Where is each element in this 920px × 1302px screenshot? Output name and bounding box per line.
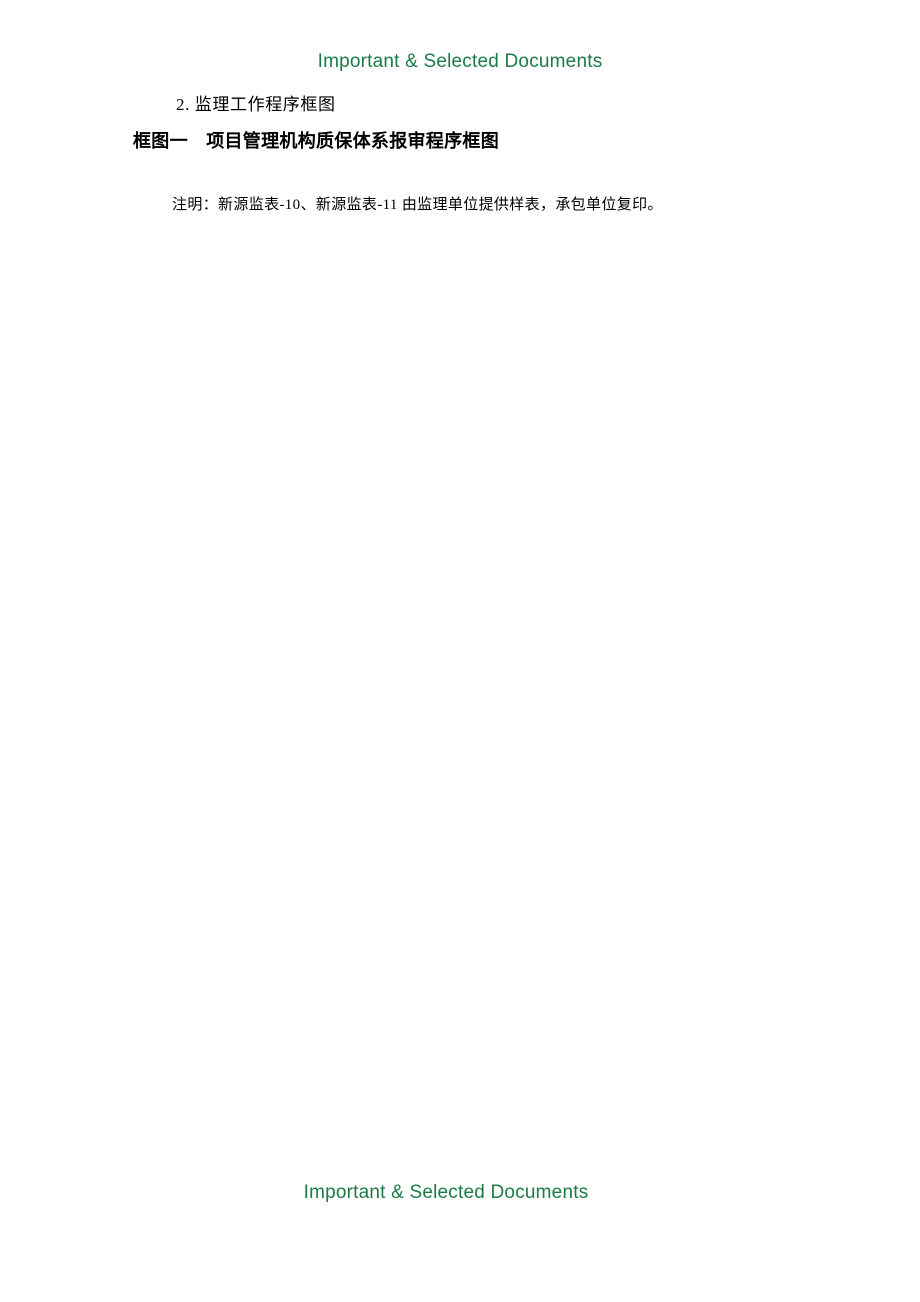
- document-page: Important & Selected Documents 2. 监理工作程序…: [0, 0, 920, 1302]
- section-label: 2. 监理工作程序框图: [176, 95, 336, 114]
- page-title: 框图一 项目管理机构质保体系报审程序框图: [133, 131, 499, 151]
- page-header: Important & Selected Documents: [0, 50, 920, 74]
- header-title: Important & Selected Documents: [317, 51, 603, 72]
- document-body: 2. 监理工作程序框图 框图一 项目管理机构质保体系报审程序框图 注明：新源监表…: [0, 92, 920, 217]
- footer-title: Important & Selected Documents: [303, 1182, 589, 1203]
- note-text: 注明：新源监表-10、新源监表-11 由监理单位提供样表，承包单位复印。: [172, 197, 663, 213]
- flowchart-placeholder: [0, 155, 920, 193]
- page-footer: Important & Selected Documents: [0, 1181, 892, 1205]
